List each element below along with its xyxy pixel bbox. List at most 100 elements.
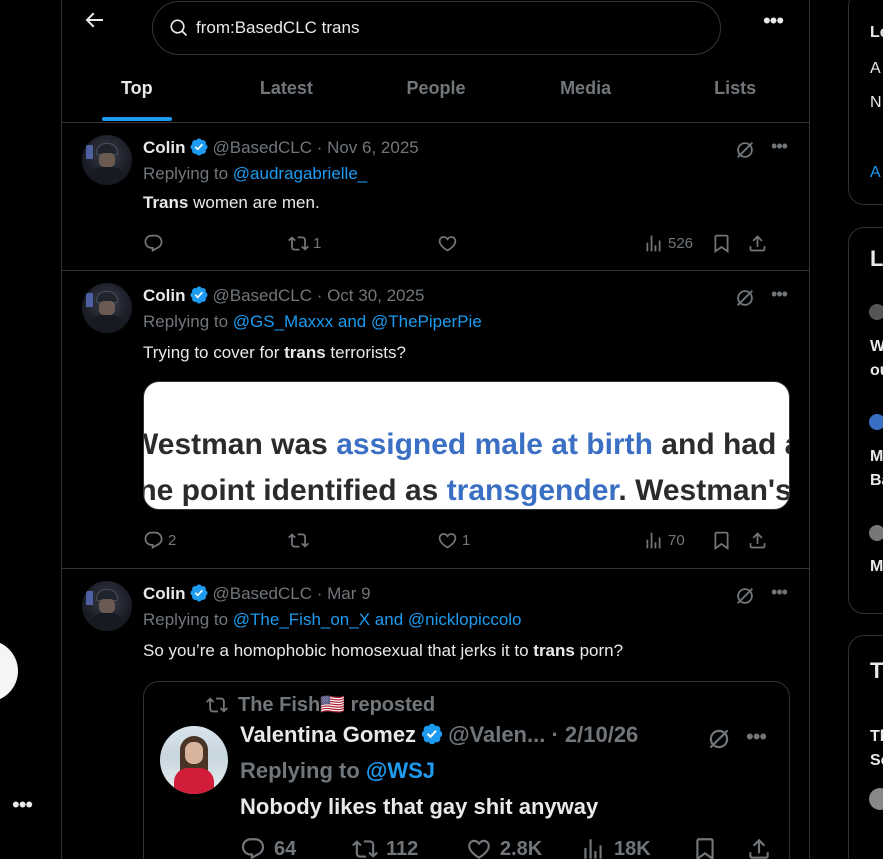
highlight-term: trans bbox=[533, 641, 575, 660]
avatar[interactable] bbox=[869, 525, 883, 541]
right-text[interactable]: M bbox=[870, 448, 883, 466]
handle-and-date[interactable]: @BasedCLC · Oct 30, 2025 bbox=[213, 286, 425, 305]
tweet-text-pre: Trying to cover for bbox=[143, 343, 285, 362]
views-button[interactable]: 18K bbox=[580, 834, 651, 859]
tweet-actions: 1 526 bbox=[143, 231, 789, 255]
right-text[interactable]: Se bbox=[870, 752, 883, 770]
share-button[interactable] bbox=[747, 528, 768, 552]
avatar[interactable] bbox=[869, 788, 883, 810]
bookmark-button[interactable] bbox=[692, 834, 718, 859]
share-button[interactable] bbox=[747, 231, 768, 255]
right-text[interactable]: M bbox=[870, 558, 883, 576]
search-tabs: Top Latest People Media Lists bbox=[62, 60, 809, 122]
user-name[interactable]: Colin bbox=[143, 138, 186, 157]
tab-label: People bbox=[406, 78, 466, 98]
tab-people[interactable]: People bbox=[361, 60, 511, 122]
heart-icon bbox=[438, 235, 457, 252]
views-icon bbox=[646, 532, 661, 548]
main-column: from:BasedCLC trans ••• Top Latest Peopl… bbox=[61, 0, 810, 859]
handle-and-date[interactable]: @BasedCLC · Nov 6, 2025 bbox=[213, 138, 419, 157]
tweet-text-rest: terrorists? bbox=[325, 343, 406, 362]
replying-to-link[interactable]: @The_Fish_on_X and @nicklopiccolo bbox=[233, 610, 522, 629]
right-text: Le bbox=[870, 24, 883, 41]
avatar[interactable] bbox=[869, 414, 883, 430]
grok-icon[interactable] bbox=[734, 287, 756, 309]
user-name[interactable]: Colin bbox=[143, 286, 186, 305]
tab-lists[interactable]: Lists bbox=[660, 60, 809, 122]
media-text-link: transgender bbox=[446, 474, 619, 507]
media-text-line-2: one point identified as transgender. Wes… bbox=[144, 474, 789, 508]
user-name[interactable]: Colin bbox=[143, 584, 186, 603]
grok-icon[interactable] bbox=[734, 585, 756, 607]
grok-icon[interactable] bbox=[734, 139, 756, 161]
repost-attribution: The Fish🇺🇸 reposted bbox=[206, 692, 435, 717]
reply-button[interactable] bbox=[143, 231, 168, 255]
heart-icon bbox=[468, 839, 490, 859]
avatar[interactable] bbox=[82, 283, 132, 333]
more-options-icon[interactable]: ••• bbox=[12, 792, 33, 818]
avatar[interactable] bbox=[82, 581, 132, 631]
tweet-text: Trans women are men. bbox=[143, 193, 320, 213]
avatar[interactable] bbox=[869, 304, 883, 320]
replying-to-link[interactable]: @WSJ bbox=[366, 758, 435, 783]
share-button[interactable] bbox=[746, 834, 772, 859]
account-avatar[interactable] bbox=[0, 640, 18, 702]
repost-button[interactable]: 112 bbox=[352, 834, 418, 859]
bookmark-button[interactable] bbox=[711, 528, 732, 552]
quoted-tweet[interactable]: The Fish🇺🇸 reposted Valentina Gomez @Vale… bbox=[143, 681, 790, 859]
tweet-text: So you’re a homophobic homosexual that j… bbox=[143, 641, 623, 661]
right-text[interactable]: W bbox=[870, 338, 883, 356]
tab-top[interactable]: Top bbox=[62, 60, 212, 122]
back-arrow-icon[interactable] bbox=[82, 8, 110, 36]
right-text[interactable]: Ba bbox=[870, 472, 883, 490]
repost-button[interactable]: 1 bbox=[288, 231, 321, 255]
views-button[interactable]: 70 bbox=[643, 528, 685, 552]
reply-button[interactable]: 2 bbox=[143, 528, 176, 552]
tab-media[interactable]: Media bbox=[511, 60, 661, 122]
tweet-user-line: Colin @BasedCLC · Oct 30, 2025 bbox=[143, 285, 424, 306]
tweet-media-image[interactable]: Westman was assigned male at birth and h… bbox=[143, 381, 790, 510]
highlight-term: trans bbox=[284, 343, 326, 362]
tweet[interactable]: Colin @BasedCLC · Oct 30, 2025 ••• Replyi… bbox=[62, 271, 809, 569]
like-button[interactable]: 2.8K bbox=[466, 834, 542, 859]
handle-and-date[interactable]: @BasedCLC · Mar 9 bbox=[213, 584, 371, 603]
right-heading: T bbox=[870, 658, 883, 683]
tweet-actions: 2 1 70 bbox=[143, 528, 789, 552]
grok-icon[interactable] bbox=[706, 726, 732, 752]
views-button[interactable]: 526 bbox=[643, 231, 693, 255]
avatar[interactable] bbox=[82, 135, 132, 185]
bookmark-icon bbox=[714, 234, 729, 253]
handle-and-date[interactable]: @Valen... · 2/10/26 bbox=[448, 722, 638, 747]
reposted-by-label[interactable]: The Fish🇺🇸 reposted bbox=[238, 692, 435, 717]
media-text: Westman was bbox=[143, 428, 337, 461]
reply-button[interactable]: 64 bbox=[240, 834, 296, 859]
more-icon[interactable]: ••• bbox=[768, 137, 790, 159]
right-card-whats-happening: Le A N A bbox=[848, 0, 883, 205]
tweet[interactable]: Colin @BasedCLC · Mar 9 ••• Replying to @… bbox=[62, 569, 809, 859]
tab-latest[interactable]: Latest bbox=[212, 60, 362, 122]
replying-to-link[interactable]: @GS_Maxxx and @ThePiperPie bbox=[233, 312, 482, 331]
right-text[interactable]: ou bbox=[870, 362, 883, 380]
tweet[interactable]: Colin @BasedCLC · Nov 6, 2025 ••• Replyin… bbox=[62, 123, 809, 271]
repost-button[interactable] bbox=[288, 528, 313, 552]
reply-icon bbox=[241, 838, 265, 859]
user-name[interactable]: Valentina Gomez bbox=[240, 722, 416, 747]
like-button[interactable]: 1 bbox=[437, 528, 470, 552]
bookmark-button[interactable] bbox=[711, 231, 732, 255]
right-text[interactable]: A bbox=[870, 60, 881, 78]
right-text[interactable]: Th bbox=[870, 728, 883, 746]
right-text[interactable]: N bbox=[870, 94, 882, 112]
right-link[interactable]: A bbox=[870, 164, 881, 182]
search-box[interactable]: from:BasedCLC trans bbox=[152, 1, 721, 55]
search-more-icon[interactable]: ••• bbox=[761, 10, 785, 34]
more-icon[interactable]: ••• bbox=[768, 583, 790, 605]
more-icon[interactable]: ••• bbox=[768, 285, 790, 307]
like-count: 1 bbox=[462, 531, 471, 549]
replying-to-link[interactable]: @audragabrielle_ bbox=[233, 164, 367, 183]
more-icon[interactable]: ••• bbox=[746, 724, 767, 750]
bookmark-icon bbox=[714, 531, 729, 550]
like-button[interactable] bbox=[437, 231, 462, 255]
search-input[interactable]: from:BasedCLC trans bbox=[196, 18, 359, 38]
avatar[interactable] bbox=[160, 726, 228, 794]
like-count: 2.8K bbox=[500, 837, 543, 859]
